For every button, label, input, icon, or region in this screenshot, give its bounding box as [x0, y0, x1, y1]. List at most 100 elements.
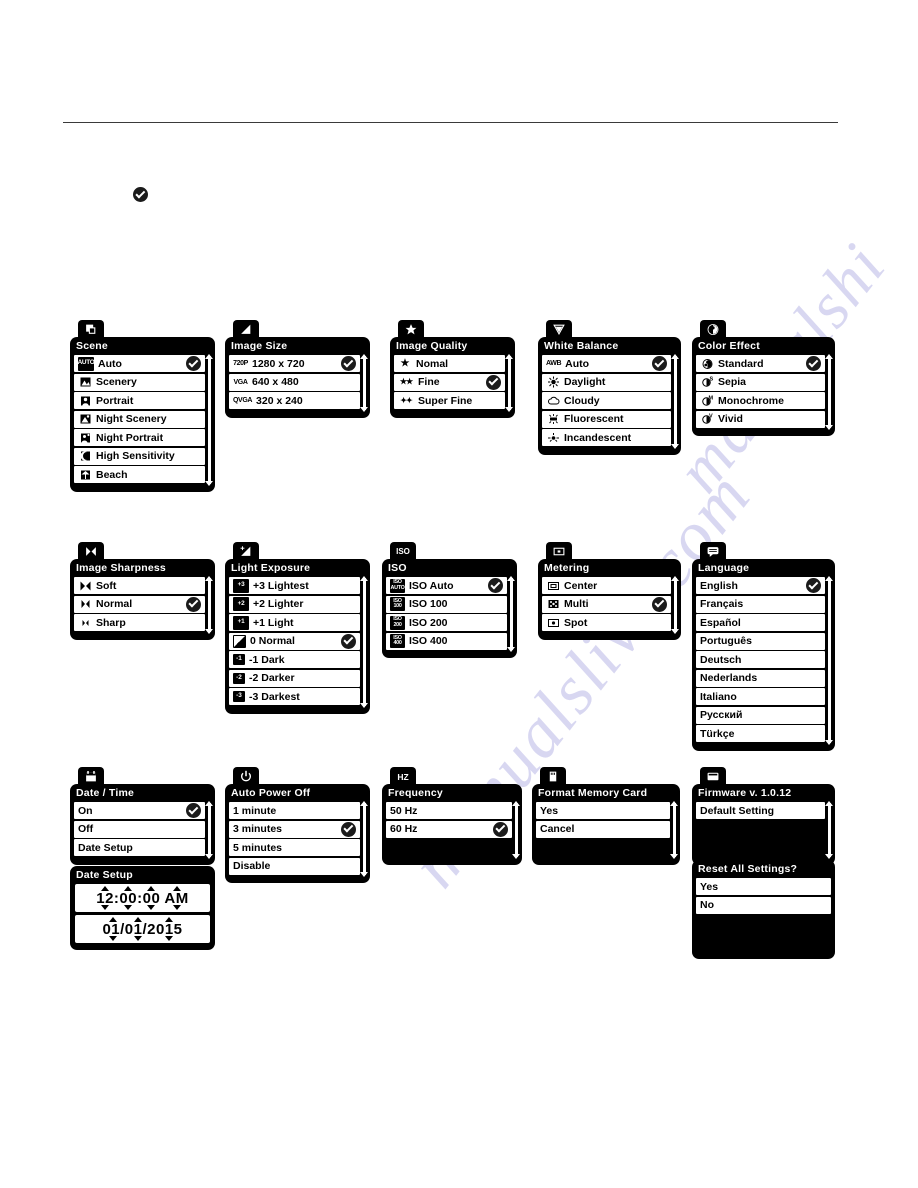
menu-item[interactable]: Standard	[696, 355, 825, 372]
time-spinner[interactable]: 12:00:00 AM	[75, 884, 210, 912]
scroll-up-arrow[interactable]	[507, 576, 515, 581]
scroll-up-arrow[interactable]	[825, 801, 833, 806]
scrollbar[interactable]	[207, 577, 212, 633]
menu-item[interactable]: Yes	[696, 878, 831, 895]
menu-item[interactable]: Scenery	[74, 373, 205, 391]
scroll-down-arrow[interactable]	[505, 406, 513, 412]
scroll-down-arrow[interactable]	[205, 853, 213, 859]
menu-item[interactable]: Multi	[542, 595, 671, 613]
scrollbar-thumb[interactable]	[828, 358, 831, 410]
menu-item[interactable]: ★★ Fine	[394, 373, 505, 391]
scroll-down-arrow[interactable]	[825, 853, 833, 859]
scroll-up-arrow[interactable]	[825, 354, 833, 359]
scroll-down-arrow[interactable]	[671, 628, 679, 634]
scrollbar-thumb[interactable]	[208, 580, 211, 620]
menu-item[interactable]: High Sensitivity	[74, 447, 205, 465]
menu-item[interactable]: ✦✦ Super Fine	[394, 392, 505, 409]
menu-item[interactable]: 60 Hz	[386, 820, 512, 838]
scroll-down-arrow[interactable]	[205, 480, 213, 486]
scroll-down-arrow[interactable]	[670, 853, 678, 859]
scrollbar-thumb[interactable]	[674, 580, 677, 620]
scroll-up-arrow[interactable]	[505, 354, 513, 359]
scrollbar[interactable]	[207, 355, 212, 485]
menu-item[interactable]: ★ Nomal	[394, 355, 505, 372]
scrollbar-thumb[interactable]	[515, 805, 518, 845]
scrollbar-thumb[interactable]	[363, 358, 366, 398]
scroll-up-arrow[interactable]	[670, 801, 678, 806]
menu-item[interactable]: ISO 200 ISO 200	[386, 614, 507, 631]
menu-item[interactable]: Date Setup	[74, 839, 205, 856]
menu-item[interactable]: Cloudy	[542, 392, 671, 409]
menu-item[interactable]: Daylight	[542, 373, 671, 391]
scrollbar[interactable]	[509, 577, 514, 651]
scrollbar[interactable]	[514, 802, 519, 858]
menu-item[interactable]: On	[74, 802, 205, 819]
scrollbar-thumb[interactable]	[208, 805, 211, 845]
scroll-up-arrow[interactable]	[512, 801, 520, 806]
menu-item[interactable]: No	[696, 896, 831, 914]
menu-item[interactable]: Fluorescent	[542, 410, 671, 428]
scrollbar[interactable]	[827, 802, 832, 858]
scroll-up-arrow[interactable]	[205, 801, 213, 806]
menu-item[interactable]: Русский	[696, 706, 825, 724]
menu-item[interactable]: 1 minute	[229, 802, 360, 819]
menu-item[interactable]: AUTO Auto	[74, 355, 205, 372]
scroll-up-arrow[interactable]	[205, 354, 213, 359]
menu-item[interactable]: Sharp	[74, 614, 205, 631]
menu-item[interactable]: +1 +1 Light	[229, 614, 360, 631]
menu-item[interactable]: 0 Normal	[229, 632, 360, 650]
scrollbar[interactable]	[827, 577, 832, 744]
scrollbar[interactable]	[362, 802, 367, 876]
scrollbar-thumb[interactable]	[208, 358, 211, 448]
scrollbar-thumb[interactable]	[508, 358, 511, 398]
scroll-down-arrow[interactable]	[671, 443, 679, 449]
menu-item[interactable]: Yes	[536, 802, 670, 819]
scrollbar[interactable]	[827, 355, 832, 429]
menu-item[interactable]: VGA 640 x 480	[229, 373, 360, 391]
menu-item[interactable]: Cancel	[536, 820, 670, 838]
menu-item[interactable]: Spot	[542, 614, 671, 631]
menu-item[interactable]: Disable	[229, 857, 360, 875]
menu-item[interactable]: -1 -1 Dark	[229, 651, 360, 668]
menu-item[interactable]: V Vivid	[696, 410, 825, 428]
menu-item[interactable]: ISO AUTO ISO Auto	[386, 577, 507, 594]
scrollbar-thumb[interactable]	[363, 580, 366, 672]
menu-item[interactable]: Off	[74, 820, 205, 838]
menu-item[interactable]: S Sepia	[696, 373, 825, 391]
scroll-down-arrow[interactable]	[825, 739, 833, 745]
scrollbar[interactable]	[673, 577, 678, 633]
scrollbar-thumb[interactable]	[363, 805, 366, 861]
menu-item[interactable]: Night Scenery	[74, 410, 205, 428]
menu-item[interactable]: M Monochrome	[696, 392, 825, 409]
menu-item[interactable]: Português	[696, 632, 825, 650]
scroll-down-arrow[interactable]	[360, 702, 368, 708]
scrollbar-thumb[interactable]	[510, 580, 513, 632]
scroll-down-arrow[interactable]	[825, 425, 833, 430]
menu-item[interactable]: English	[696, 577, 825, 594]
scrollbar[interactable]	[362, 355, 367, 411]
menu-item[interactable]: Italiano	[696, 688, 825, 705]
scrollbar-thumb[interactable]	[674, 358, 677, 420]
menu-item[interactable]: -2 -2 Darker	[229, 669, 360, 687]
scrollbar[interactable]	[672, 802, 677, 858]
scroll-down-arrow[interactable]	[205, 628, 213, 634]
menu-item[interactable]: Nederlands	[696, 669, 825, 687]
scrollbar[interactable]	[207, 802, 212, 858]
scroll-up-arrow[interactable]	[360, 576, 368, 581]
scroll-up-arrow[interactable]	[205, 576, 213, 581]
menu-item[interactable]: +3 +3 Lightest	[229, 577, 360, 594]
menu-item[interactable]: Español	[696, 614, 825, 631]
scrollbar-thumb[interactable]	[828, 805, 831, 845]
menu-item[interactable]: 50 Hz	[386, 802, 512, 819]
menu-item[interactable]: 3 minutes	[229, 820, 360, 838]
scrollbar-thumb[interactable]	[828, 580, 831, 690]
scroll-up-arrow[interactable]	[825, 576, 833, 581]
scroll-up-arrow[interactable]	[671, 354, 679, 359]
menu-item[interactable]: 5 minutes	[229, 839, 360, 856]
scroll-up-arrow[interactable]	[360, 801, 368, 806]
scrollbar[interactable]	[673, 355, 678, 448]
menu-item[interactable]: Deutsch	[696, 651, 825, 668]
menu-item[interactable]: QVGA 320 x 240	[229, 392, 360, 409]
menu-item[interactable]: Normal	[74, 595, 205, 613]
menu-item[interactable]: Beach	[74, 466, 205, 483]
